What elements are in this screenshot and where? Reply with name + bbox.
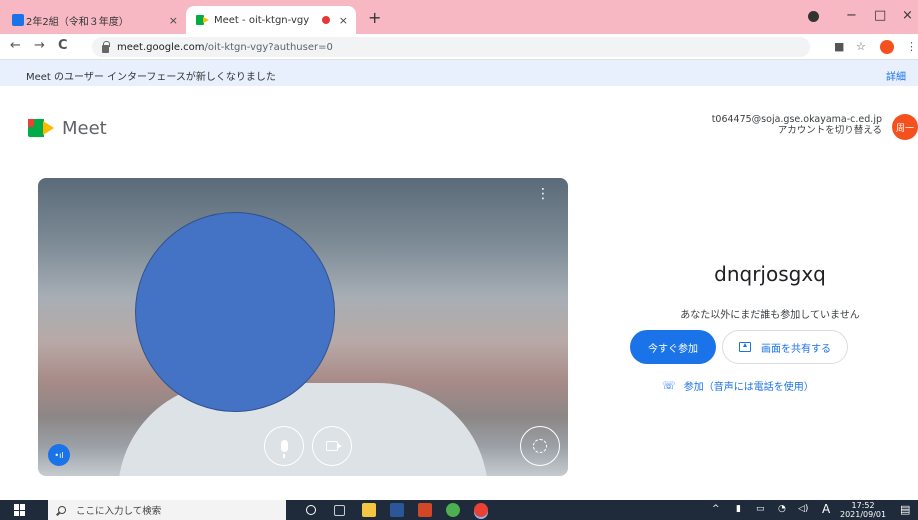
- file-explorer-icon[interactable]: [362, 503, 376, 517]
- lock-icon: [102, 40, 110, 53]
- network-icon[interactable]: ◔: [778, 504, 786, 514]
- tab-close-button[interactable]: ×: [339, 14, 348, 27]
- cortana-icon[interactable]: [306, 505, 316, 515]
- url-path: /oit-ktgn-vgy?authuser=0: [204, 41, 333, 53]
- profile-icon[interactable]: [880, 40, 894, 54]
- forward-button[interactable]: →: [34, 38, 45, 53]
- video-person: [118, 383, 488, 476]
- ime-indicator[interactable]: A: [822, 502, 830, 516]
- calendar-icon: [12, 14, 24, 26]
- present-screen-icon: [739, 342, 751, 352]
- new-tab-button[interactable]: +: [368, 8, 381, 27]
- ui-update-banner: Meet のユーザー インターフェースが新しくなりました 詳細: [0, 60, 918, 86]
- app-title: Meet: [62, 118, 107, 139]
- join-by-phone-link[interactable]: ☏ 参加（音声には電話を使用）: [662, 378, 814, 393]
- browser-tab-strip: 2年2組（令和３年度） × Meet - oit-ktgn-vgy × + − …: [0, 0, 918, 34]
- account-email: t064475@soja.gse.okayama-c.ed.jp: [711, 114, 882, 125]
- tray-app-icon[interactable]: ▮: [736, 504, 741, 514]
- audio-level-icon: •ıl: [48, 444, 70, 466]
- account-info: t064475@soja.gse.okayama-c.ed.jp アカウントを切…: [712, 114, 882, 136]
- meeting-code: dnqrjosgxq: [714, 262, 826, 286]
- avatar[interactable]: 周一: [892, 114, 918, 140]
- present-button-label: 画面を共有する: [761, 343, 831, 355]
- browser-toolbar: ← → C meet.google.com/oit-ktgn-vgy?authu…: [0, 34, 918, 60]
- url-host: meet.google.com: [117, 41, 205, 53]
- battery-icon[interactable]: ▭: [756, 504, 765, 514]
- microphone-button[interactable]: [264, 426, 304, 466]
- windows-taskbar: ここに入力して検索 ^ ▮ ▭ ◔ ◁) A 17:52 2021/09/01 …: [0, 500, 918, 520]
- banner-message: Meet のユーザー インターフェースが新しくなりました: [26, 72, 276, 83]
- phone-icon: ☏: [662, 379, 676, 392]
- maximize-button[interactable]: □: [874, 8, 886, 23]
- camera-button[interactable]: [312, 426, 352, 466]
- banner-details-link[interactable]: 詳細: [886, 68, 906, 83]
- switch-account-link[interactable]: アカウントを切り替える: [712, 125, 882, 136]
- volume-icon[interactable]: ◁): [798, 504, 808, 514]
- tab-meet[interactable]: Meet - oit-ktgn-vgy ×: [186, 6, 356, 34]
- search-placeholder: ここに入力して検索: [76, 506, 162, 517]
- tab-title: Meet - oit-ktgn-vgy: [214, 14, 310, 26]
- close-window-button[interactable]: ×: [902, 8, 913, 23]
- face-cover-shape: [135, 212, 335, 412]
- clock-date: 2021/09/01: [840, 510, 887, 519]
- tab-close-button[interactable]: ×: [169, 14, 178, 27]
- bookmark-star-icon[interactable]: ☆: [856, 40, 866, 53]
- clock-time: 17:52: [851, 501, 875, 510]
- present-button[interactable]: 画面を共有する: [722, 330, 848, 364]
- participant-status: あなた以外にまだ誰も参加していません: [680, 310, 860, 321]
- search-icon: [58, 506, 66, 514]
- windows-start-icon[interactable]: [14, 504, 26, 516]
- url-text: meet.google.com/oit-ktgn-vgy?authuser=0: [117, 42, 333, 53]
- meet-logo-icon: [28, 119, 54, 137]
- taskbar-clock[interactable]: 17:52 2021/09/01: [840, 501, 886, 519]
- tab-class-calendar[interactable]: 2年2組（令和３年度） ×: [6, 6, 186, 34]
- powerpoint-icon[interactable]: [418, 503, 432, 517]
- visual-effects-button[interactable]: [520, 426, 560, 466]
- reload-button[interactable]: C: [58, 38, 68, 53]
- task-view-icon[interactable]: [334, 505, 345, 516]
- join-by-phone-label: 参加（音声には電話を使用）: [683, 382, 814, 393]
- meet-favicon-icon: [196, 14, 209, 26]
- minimize-button[interactable]: −: [846, 8, 857, 23]
- browser-menu-icon[interactable]: ⋮: [906, 40, 917, 53]
- chrome-active-icon[interactable]: [474, 503, 488, 517]
- tray-overflow-icon[interactable]: ^: [712, 504, 720, 514]
- recording-indicator-icon: [322, 16, 330, 24]
- browser-account-icon[interactable]: [808, 11, 819, 22]
- visual-effects-icon: [533, 439, 547, 453]
- back-button[interactable]: ←: [10, 38, 21, 53]
- camera-icon: [326, 441, 342, 451]
- tab-title: 2年2組（令和３年度）: [26, 16, 129, 28]
- more-options-icon[interactable]: ⋮: [536, 187, 550, 201]
- microphone-icon: [280, 440, 288, 458]
- video-preview: ⋮ •ıl: [38, 178, 568, 476]
- join-now-button[interactable]: 今すぐ参加: [630, 330, 716, 364]
- word-icon[interactable]: [390, 503, 404, 517]
- address-bar[interactable]: meet.google.com/oit-ktgn-vgy?authuser=0: [92, 37, 810, 57]
- camera-in-use-icon[interactable]: ■: [834, 40, 844, 53]
- taskbar-search-input[interactable]: ここに入力して検索: [48, 500, 286, 520]
- notifications-icon[interactable]: ▤: [900, 503, 910, 516]
- chrome-icon[interactable]: [446, 503, 460, 517]
